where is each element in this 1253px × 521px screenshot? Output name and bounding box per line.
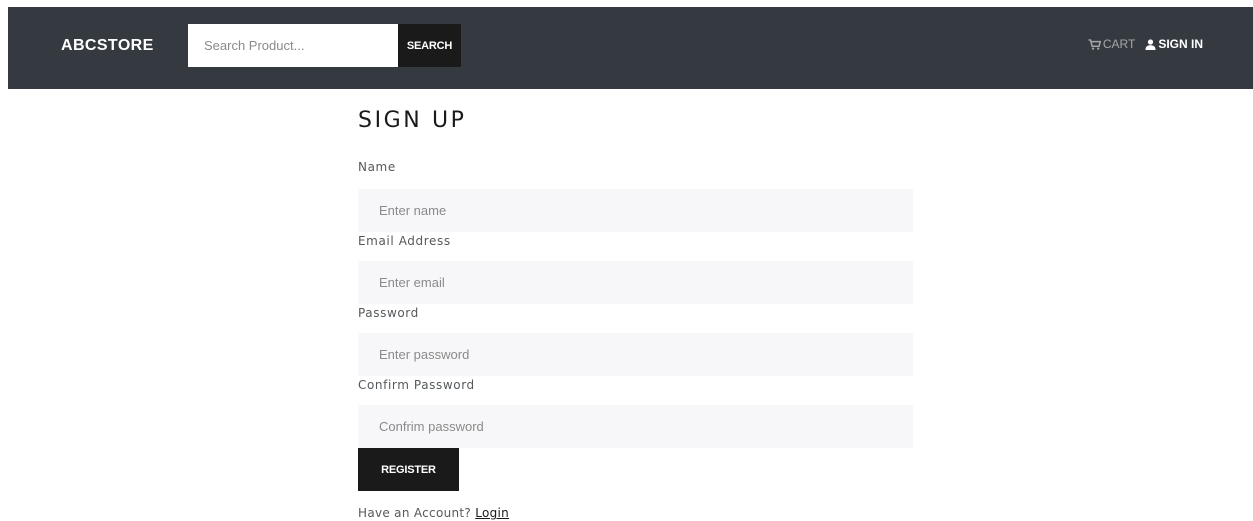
email-label: Email Address — [358, 234, 451, 248]
brand-logo[interactable]: ABCSTORE — [61, 37, 154, 55]
confirm-password-field[interactable] — [358, 405, 913, 448]
register-button[interactable]: REGISTER — [358, 448, 459, 491]
have-account-row: Have an Account? Login — [358, 506, 913, 520]
email-field[interactable] — [358, 261, 913, 304]
have-account-text: Have an Account? — [358, 506, 472, 520]
sign-in-label: SIGN IN — [1158, 37, 1203, 51]
user-icon — [1145, 38, 1156, 50]
nav-links: CART SIGN IN — [1088, 37, 1203, 51]
signup-form: SIGN UP Name Email Address Password Conf… — [358, 108, 913, 520]
search-button[interactable]: SEARCH — [398, 24, 461, 67]
name-label: Name — [358, 160, 396, 174]
top-navbar: ABCSTORE SEARCH CART SIGN IN — [8, 7, 1253, 89]
cart-label: CART — [1102, 37, 1136, 51]
confirm-password-label: Confirm Password — [358, 378, 475, 392]
name-field[interactable] — [358, 189, 913, 232]
cart-icon — [1088, 38, 1101, 50]
page-title: SIGN UP — [358, 108, 467, 133]
login-link[interactable]: Login — [475, 506, 509, 520]
sign-in-link[interactable]: SIGN IN — [1145, 37, 1203, 51]
password-field[interactable] — [358, 333, 913, 376]
password-label: Password — [358, 306, 419, 320]
search-input[interactable] — [188, 24, 398, 67]
cart-link[interactable]: CART — [1088, 37, 1135, 51]
